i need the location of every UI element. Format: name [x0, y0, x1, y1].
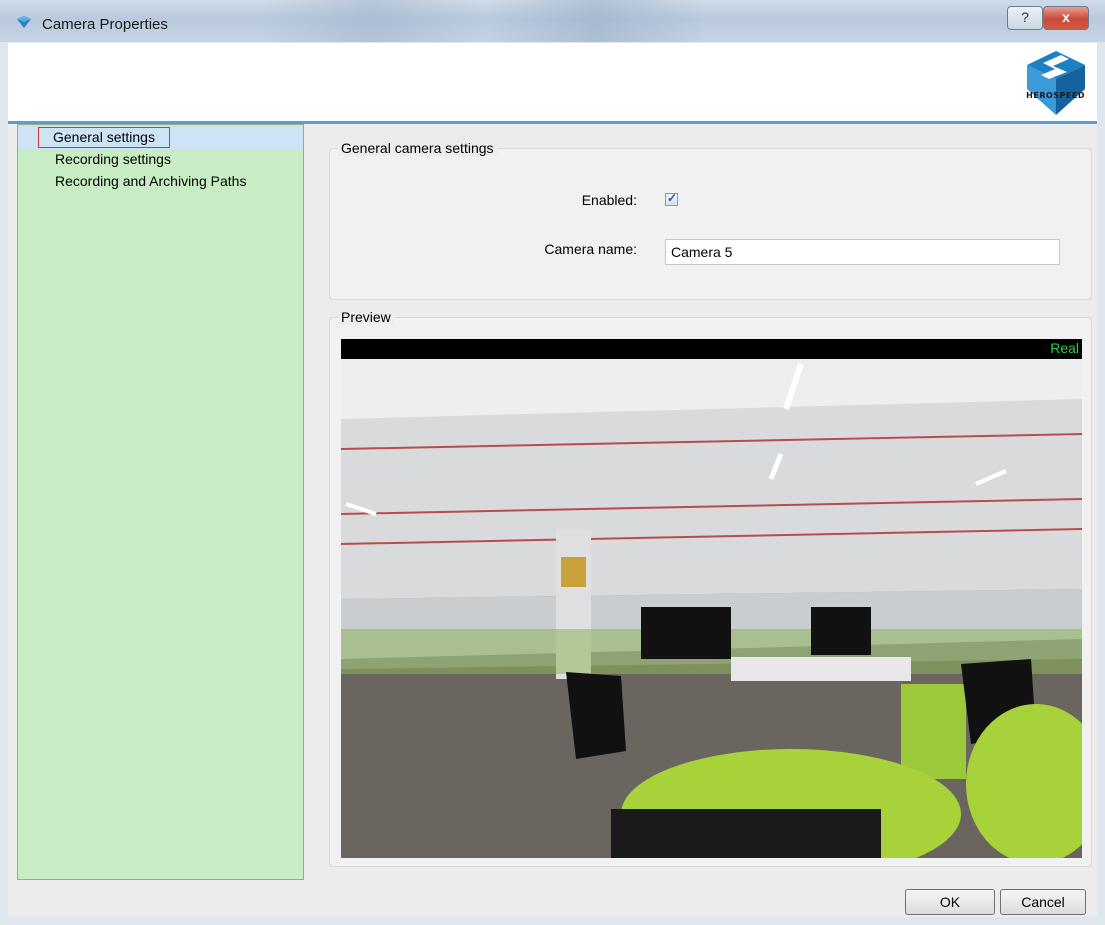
sidebar-item-recording-settings[interactable]: Recording settings	[18, 149, 303, 171]
preview-group: Preview Real	[329, 309, 1092, 867]
enabled-label: Enabled:	[581, 192, 637, 208]
general-camera-settings-group: General camera settings Enabled: ✓ Camer…	[329, 140, 1092, 300]
camera-preview-image	[341, 339, 1082, 858]
sidebar-item-general-settings[interactable]: General settings	[18, 127, 303, 149]
logo-text: HEROSPEED	[1026, 91, 1085, 100]
close-button[interactable]: x	[1043, 6, 1089, 30]
title-bar-background	[260, 0, 820, 42]
sidebar-item-recording-archiving-paths[interactable]: Recording and Archiving Paths	[18, 171, 303, 193]
group-title: General camera settings	[338, 140, 497, 156]
settings-navigation: General settings Recording settings Reco…	[17, 124, 304, 880]
header-banner: HEROSPEED	[8, 43, 1097, 124]
group-title: Preview	[338, 309, 394, 325]
window-title: Camera Properties	[42, 16, 168, 33]
sidebar-item-label: General settings	[38, 127, 170, 148]
camera-preview[interactable]: Real	[341, 339, 1082, 858]
app-icon	[17, 16, 31, 28]
help-button[interactable]: ?	[1007, 6, 1043, 30]
herospeed-logo	[1027, 51, 1085, 115]
sidebar-item-label: Recording settings	[55, 151, 171, 167]
preview-overlay-text: Real	[1050, 340, 1079, 356]
camera-name-input[interactable]: Camera 5	[665, 239, 1060, 265]
cancel-button[interactable]: Cancel	[1000, 889, 1086, 915]
title-bar[interactable]: Camera Properties ? x	[0, 0, 1105, 42]
enabled-checkbox[interactable]: ✓	[665, 191, 678, 206]
camera-properties-dialog: Camera Properties ? x HEROSPEED General …	[0, 0, 1105, 925]
sidebar-item-label: Recording and Archiving Paths	[55, 173, 247, 189]
checkmark-icon: ✓	[667, 191, 678, 205]
dialog-content: General settings Recording settings Reco…	[8, 124, 1097, 917]
camera-name-label: Camera name:	[544, 241, 637, 257]
ok-button[interactable]: OK	[905, 889, 995, 915]
